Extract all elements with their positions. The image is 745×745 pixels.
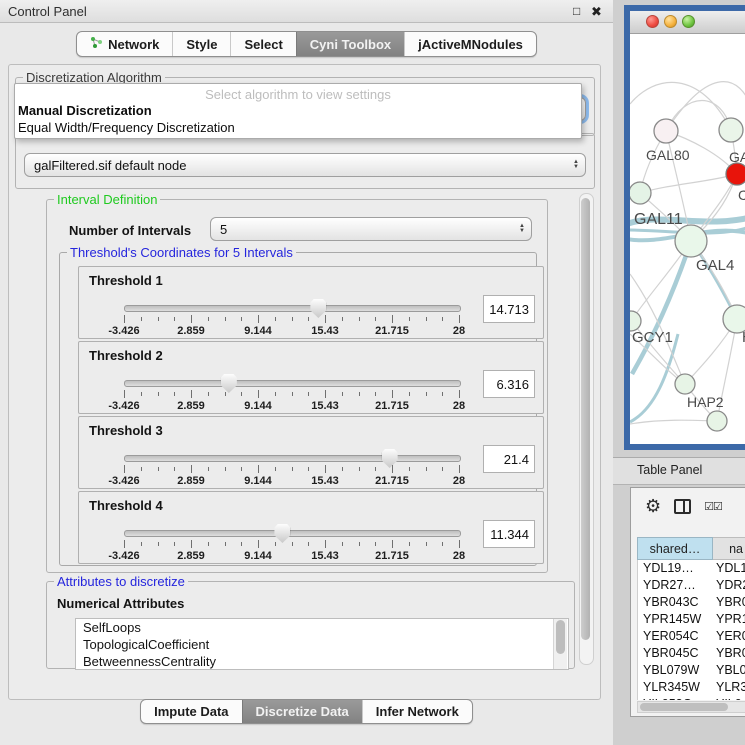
control-panel-titlebar: Control Panel □ ✖: [0, 0, 613, 23]
table-row[interactable]: YIL052CYIL0: [638, 696, 745, 700]
bottom-tab-bar: Impute Data Discretize Data Infer Networ…: [0, 699, 613, 724]
tab-network[interactable]: Network: [77, 32, 172, 56]
table-header-row: shared… na: [637, 537, 745, 560]
tab-jactivemnodules[interactable]: jActiveMNodules: [404, 32, 536, 56]
table-data-group: Table Data galFiltered.sif default node …: [15, 133, 595, 189]
number-of-intervals-combobox[interactable]: 5 ▲▼: [210, 217, 532, 241]
gear-icon[interactable]: ⚙: [645, 497, 661, 515]
threshold-3-value-field[interactable]: 21.4: [483, 445, 535, 473]
node-label: GA: [729, 149, 745, 165]
columns-icon[interactable]: [674, 499, 691, 514]
numerical-attributes-list[interactable]: SelfLoops TopologicalCoefficient Between…: [75, 618, 569, 670]
table-data-combobox[interactable]: galFiltered.sif default node ▲▼: [24, 153, 586, 177]
threshold-2-slider[interactable]: [124, 380, 461, 387]
table-row[interactable]: YBL079WYBL0: [638, 662, 745, 679]
combo-arrows-icon: ▲▼: [519, 218, 525, 240]
interval-definition-group: Interval Definition Number of Intervals …: [46, 199, 548, 573]
list-scrollbar[interactable]: [553, 619, 567, 669]
network-view-window[interactable]: GAL80 GA GAL11 C GAL4 GCY1 H HAP2: [624, 5, 745, 450]
interval-definition-title: Interval Definition: [54, 192, 160, 207]
table-row[interactable]: YBR043CYBR0: [638, 594, 745, 611]
column-header-name[interactable]: na: [713, 537, 745, 560]
app-root: Control Panel □ ✖ Network: [0, 0, 745, 745]
slider-ticks: [124, 390, 459, 399]
settings-viewport: Interval Definition Number of Intervals …: [15, 191, 587, 667]
table-row[interactable]: YLR345WYLR3: [638, 679, 745, 696]
slider-ticks: [124, 315, 459, 324]
threshold-2-value-field[interactable]: 6.316: [483, 370, 535, 398]
control-panel: Control Panel □ ✖ Network: [0, 0, 614, 745]
list-item[interactable]: BetweennessCentrality: [76, 653, 568, 670]
attributes-title: Attributes to discretize: [54, 574, 188, 589]
mac-zoom-icon[interactable]: [682, 15, 695, 28]
node-label: GAL4: [696, 257, 734, 274]
close-icon[interactable]: ✖: [591, 4, 602, 20]
right-side: GAL80 GA GAL11 C GAL4 GCY1 H HAP2 Table …: [613, 0, 745, 745]
list-item[interactable]: SelfLoops: [76, 619, 568, 636]
slider-ticks: [124, 465, 459, 474]
number-of-intervals-label: Number of Intervals: [69, 223, 191, 238]
threshold-1-value-field[interactable]: 14.713: [483, 295, 535, 323]
network-canvas[interactable]: GAL80 GA GAL11 C GAL4 GCY1 H HAP2: [630, 34, 745, 444]
network-window-titlebar: [630, 11, 745, 34]
thresholds-group: Threshold's Coordinates for 5 Intervals …: [59, 252, 537, 566]
node-label: GCY1: [632, 329, 673, 346]
slider-ticks: [124, 540, 459, 549]
node-label: C: [738, 187, 745, 203]
mac-minimize-icon[interactable]: [664, 15, 677, 28]
algorithm-dropdown-popup: Select algorithm to view settings Manual…: [14, 83, 582, 139]
table-toolbar: ⚙ ☑☑: [631, 488, 745, 524]
table-row[interactable]: YPR145WYPR1: [638, 611, 745, 628]
network-icon: [90, 36, 103, 52]
table-row[interactable]: YDR27…YDR2: [638, 577, 745, 594]
node-label: GAL80: [646, 147, 690, 163]
tab-select[interactable]: Select: [230, 32, 295, 56]
dropdown-placeholder: Select algorithm to view settings: [15, 87, 581, 102]
tab-discretize-data[interactable]: Discretize Data: [242, 700, 362, 723]
threshold-4-panel: Threshold 4 -3.4262.859 9.14415.43 21.71…: [78, 491, 544, 564]
node-table-card: ⚙ ☑☑ shared… na YDL19…YDL1 YDR27…YDR2 YB…: [630, 487, 745, 717]
table-row[interactable]: YER054CYER0: [638, 628, 745, 645]
cyni-content-panel: Discretization Algorithm ▲▼ Select algor…: [8, 64, 601, 700]
table-panel-header: Table Panel: [613, 457, 745, 485]
float-window-icon[interactable]: □: [573, 4, 580, 18]
column-header-shared-name[interactable]: shared…: [637, 537, 713, 560]
tab-impute-data[interactable]: Impute Data: [141, 700, 241, 723]
attributes-group: Attributes to discretize Numerical Attri…: [46, 581, 575, 669]
combo-arrows-icon: ▲▼: [573, 154, 579, 176]
node-label: GAL11: [634, 211, 683, 228]
threshold-1-panel: Threshold 1 -3.4262.859 9.14415.43 21.71…: [78, 266, 544, 339]
mac-close-icon[interactable]: [646, 15, 659, 28]
top-tab-bar: Network Style Select Cyni Toolbox jActiv…: [0, 31, 613, 57]
thresholds-title: Threshold's Coordinates for 5 Intervals: [67, 245, 296, 260]
tab-style[interactable]: Style: [172, 32, 230, 56]
dropdown-option-equal-width[interactable]: Equal Width/Frequency Discretization: [18, 120, 235, 135]
threshold-1-slider[interactable]: [124, 305, 461, 312]
table-panel-title: Table Panel: [637, 463, 702, 477]
tab-infer-network[interactable]: Infer Network: [362, 700, 472, 723]
threshold-2-panel: Threshold 2 -3.4262.859 9.14415.43 21.71…: [78, 341, 544, 414]
dropdown-option-manual[interactable]: Manual Discretization: [18, 103, 152, 118]
table-body[interactable]: YDL19…YDL1 YDR27…YDR2 YBR043CYBR0 YPR145…: [637, 560, 745, 700]
panel-title: Control Panel: [8, 4, 87, 19]
settings-scrollbar[interactable]: [579, 193, 594, 665]
threshold-3-panel: Threshold 3 -3.4262.859 9.14415.43 21.71…: [78, 416, 544, 489]
table-row[interactable]: YDL19…YDL1: [638, 560, 745, 577]
table-row[interactable]: YBR045CYBR0: [638, 645, 745, 662]
list-item[interactable]: TopologicalCoefficient: [76, 636, 568, 653]
numerical-attributes-label: Numerical Attributes: [57, 596, 184, 611]
threshold-4-slider[interactable]: [124, 530, 461, 537]
table-horizontal-scrollbar[interactable]: [637, 701, 745, 713]
threshold-4-value-field[interactable]: 11.344: [483, 520, 535, 548]
threshold-3-slider[interactable]: [124, 455, 461, 462]
tab-cyni-toolbox[interactable]: Cyni Toolbox: [296, 32, 404, 56]
select-columns-icon[interactable]: ☑☑: [704, 500, 722, 513]
node-label: HAP2: [687, 394, 724, 410]
